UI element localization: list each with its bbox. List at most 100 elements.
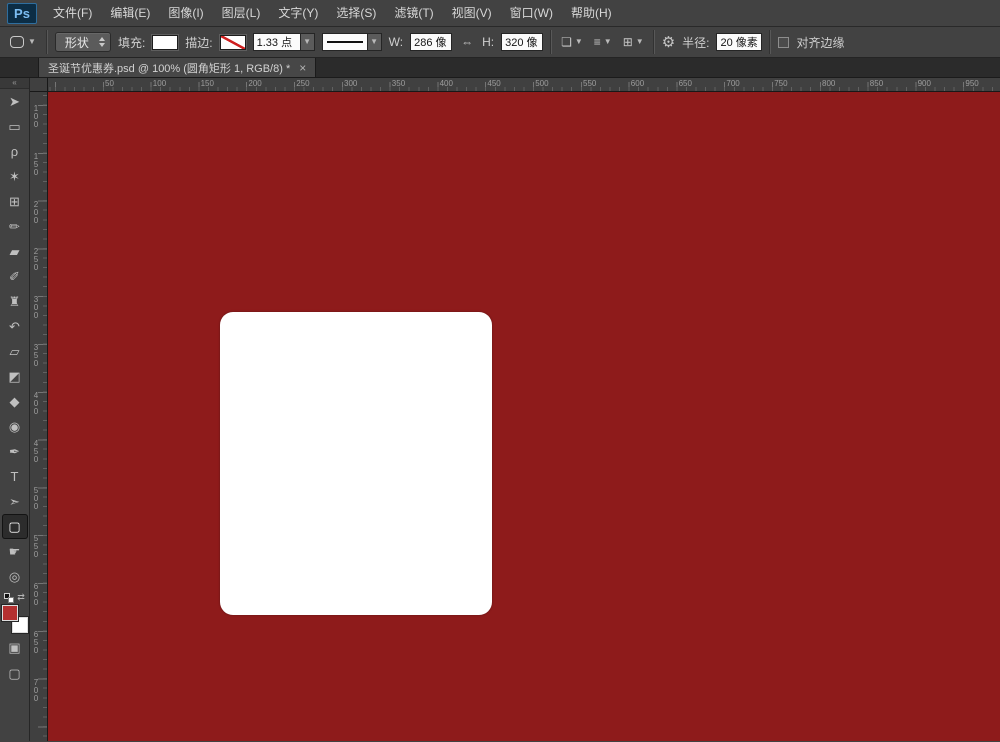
menu-bar: Ps 文件(F)编辑(E)图像(I)图层(L)文字(Y)选择(S)滤镜(T)视图… (0, 0, 1000, 27)
vertical-ruler[interactable]: 1 0 01 5 02 0 02 5 03 0 03 5 04 0 04 5 0… (30, 92, 48, 741)
eyedropper-tool[interactable]: ✏ (2, 214, 28, 239)
path-align-icon: ≡ (594, 35, 601, 49)
brush-tool[interactable]: ✐ (2, 264, 28, 289)
stroke-label: 描边: (185, 34, 212, 51)
divider (550, 30, 552, 54)
stroke-swatch-button[interactable] (220, 35, 246, 50)
eraser-tool[interactable]: ▱ (2, 339, 28, 364)
menu-item-help[interactable]: 帮助(H) (562, 0, 621, 26)
quick-mask-button[interactable]: ▣ (3, 637, 27, 659)
align-edges-checkbox[interactable] (778, 37, 789, 48)
width-label: W: (389, 35, 403, 49)
workspace: 5010015020025030035040045050055060065070… (30, 78, 1000, 741)
h-ruler-label: 900 (918, 79, 931, 88)
stroke-type-select[interactable] (322, 33, 368, 51)
h-ruler-label: 150 (201, 79, 214, 88)
v-ruler-label: 7 0 0 (32, 679, 40, 703)
ruler-corner (30, 78, 48, 92)
height-input[interactable] (501, 33, 543, 51)
v-ruler-label: 5 0 0 (32, 487, 40, 511)
menu-item-layer[interactable]: 图层(L) (213, 0, 270, 26)
menu-item-view[interactable]: 视图(V) (443, 0, 501, 26)
menu-item-file[interactable]: 文件(F) (44, 0, 101, 26)
combine-shapes-button[interactable]: ❏ ▼ (559, 34, 585, 50)
chevron-down-icon: ▼ (575, 38, 583, 46)
pen-tool[interactable]: ✒ (2, 439, 28, 464)
history-brush-tool[interactable]: ↶ (2, 314, 28, 339)
crop-tool[interactable]: ⊞ (2, 189, 28, 214)
rounded-rectangle-shape[interactable] (220, 312, 492, 615)
align-edges-label: 对齐边缘 (796, 34, 844, 51)
stroke-width-dropdown-button[interactable]: ▼ (301, 33, 315, 51)
radius-label: 半径: (682, 34, 709, 51)
rounded-rectangle-tool[interactable]: ▢ (2, 514, 28, 539)
menu-item-image[interactable]: 图像(I) (159, 0, 212, 26)
marquee-tool[interactable]: ▭ (2, 114, 28, 139)
menu-item-edit[interactable]: 编辑(E) (101, 0, 159, 26)
menu-item-type[interactable]: 文字(Y) (269, 0, 327, 26)
h-ruler-label: 700 (726, 79, 739, 88)
color-tools: ⇄ (4, 592, 25, 603)
h-ruler-label: 400 (440, 79, 453, 88)
chevron-down-icon: ▼ (604, 38, 612, 46)
h-ruler-label: 850 (870, 79, 883, 88)
default-colors-icon[interactable] (4, 593, 14, 603)
quick-selection-tool[interactable]: ✶ (2, 164, 28, 189)
v-ruler-label: 6 0 0 (32, 583, 40, 607)
width-input[interactable] (410, 33, 452, 51)
color-swatches (2, 605, 28, 633)
fill-label: 填充: (118, 34, 145, 51)
chevron-down-icon: ▼ (636, 38, 644, 46)
menu-item-filter[interactable]: 滤镜(T) (385, 0, 442, 26)
path-align-button[interactable]: ≡ ▼ (592, 34, 614, 50)
path-arrange-icon: ⊞ (623, 35, 633, 49)
tool-mode-select[interactable]: 形状 (55, 32, 111, 52)
move-tool[interactable]: ➤ (2, 89, 28, 114)
tool-list: ➤▭ρ✶⊞✏▰✐♜↶▱◩◆◉✒T➣▢☛◎ (2, 89, 28, 589)
tool-mode-label: 形状 (65, 34, 89, 51)
h-ruler-label: 300 (344, 79, 357, 88)
h-ruler-label: 100 (153, 79, 166, 88)
lasso-tool[interactable]: ρ (2, 139, 28, 164)
hand-tool[interactable]: ☛ (2, 539, 28, 564)
v-ruler-label: 2 5 0 (32, 248, 40, 272)
screen-mode-button[interactable]: ▢ (3, 663, 27, 685)
document-tab[interactable]: 圣诞节优惠券.psd @ 100% (圆角矩形 1, RGB/8) * × (38, 58, 316, 77)
link-dimensions-button[interactable]: ⇔ (459, 34, 475, 50)
stroke-type-combo: ▼ (322, 33, 382, 51)
gear-icon[interactable]: ⚙ (662, 33, 675, 51)
path-arrange-button[interactable]: ⊞ ▼ (621, 34, 646, 50)
healing-brush-tool[interactable]: ▰ (2, 239, 28, 264)
v-ruler-label: 3 0 0 (32, 296, 40, 320)
height-label: H: (482, 35, 494, 49)
v-ruler-label: 2 0 0 (32, 201, 40, 225)
blur-tool[interactable]: ◆ (2, 389, 28, 414)
tool-preset-button[interactable]: ▼ (7, 34, 39, 50)
path-selection-tool[interactable]: ➣ (2, 489, 28, 514)
v-ruler-label: 3 5 0 (32, 344, 40, 368)
chevron-down-icon: ▼ (303, 38, 311, 46)
type-tool[interactable]: T (2, 464, 28, 489)
h-ruler-label: 50 (105, 79, 114, 88)
collapse-toolbar-button[interactable]: « (0, 78, 29, 89)
gradient-tool[interactable]: ◩ (2, 364, 28, 389)
swap-colors-icon[interactable]: ⇄ (17, 592, 25, 603)
close-icon[interactable]: × (299, 62, 306, 74)
horizontal-ruler[interactable]: 5010015020025030035040045050055060065070… (48, 78, 1000, 92)
stroke-width-input[interactable] (253, 33, 301, 51)
v-ruler-label: 1 0 0 (32, 105, 40, 129)
zoom-tool[interactable]: ◎ (2, 564, 28, 589)
menu-item-select[interactable]: 选择(S) (327, 0, 385, 26)
main-area: « ➤▭ρ✶⊞✏▰✐♜↶▱◩◆◉✒T➣▢☛◎ ⇄ ▣ ▢ 50100150200… (0, 78, 1000, 741)
canvas[interactable] (48, 92, 1000, 741)
menu-item-window[interactable]: 窗口(W) (501, 0, 562, 26)
document-tab-title: 圣诞节优惠券.psd @ 100% (圆角矩形 1, RGB/8) * (48, 60, 290, 76)
radius-input[interactable] (716, 33, 762, 51)
fill-swatch-button[interactable] (152, 35, 178, 50)
foreground-color-swatch[interactable] (2, 605, 18, 621)
v-ruler-label: 6 5 0 (32, 631, 40, 655)
dodge-tool[interactable]: ◉ (2, 414, 28, 439)
stroke-type-dropdown-button[interactable]: ▼ (368, 33, 382, 51)
chevron-down-icon: ▼ (28, 38, 36, 46)
clone-stamp-tool[interactable]: ♜ (2, 289, 28, 314)
